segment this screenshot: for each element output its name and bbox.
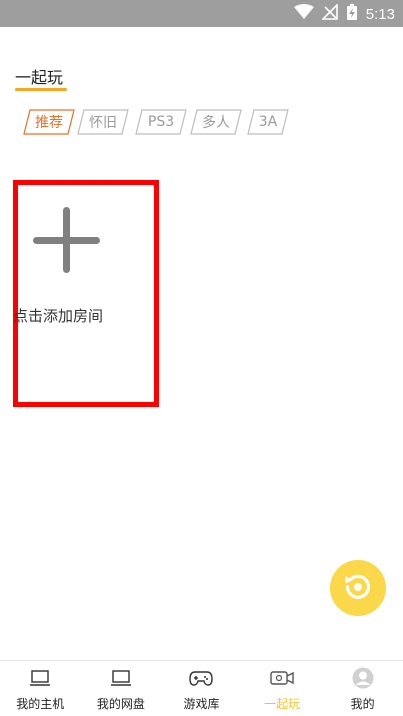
tab-play-together[interactable]: 一起玩 (242, 661, 323, 716)
refresh-button[interactable] (330, 560, 386, 616)
tab-me[interactable]: 我的 (322, 661, 403, 716)
tab-game-library[interactable]: 游戏库 (161, 661, 242, 716)
tab-label: 游戏库 (183, 697, 220, 711)
tab-label: 我的网盘 (96, 697, 145, 711)
video-camera-icon (270, 667, 294, 689)
tag-multiplayer[interactable]: 多人 (189, 109, 243, 135)
tag-label: PS3 (147, 114, 175, 130)
tag-ps3[interactable]: PS3 (134, 109, 188, 135)
tag-nostalgic[interactable]: 怀旧 (76, 109, 130, 135)
laptop-icon (29, 667, 51, 689)
bottom-tab-bar: 我的主机 我的网盘 游戏库 一起玩 我的 (0, 660, 403, 716)
tag-label: 怀旧 (89, 115, 117, 131)
tag-label: 3A (258, 114, 278, 130)
battery-charging-icon (346, 3, 358, 25)
laptop-icon (110, 667, 132, 689)
tag-3a[interactable]: 3A (246, 109, 290, 135)
tab-my-cloud-drive[interactable]: 我的网盘 (81, 661, 162, 716)
no-signal-icon (320, 3, 338, 24)
tab-label: 一起玩 (264, 697, 301, 711)
title-underline (15, 88, 67, 91)
tab-label: 我的 (350, 697, 375, 711)
refresh-icon (342, 570, 374, 606)
status-time: 5:13 (365, 5, 395, 23)
page-title: 一起玩 (15, 68, 64, 87)
add-room-label[interactable]: 点击添加房间 (13, 305, 103, 326)
tag-recommend[interactable]: 推荐 (22, 109, 76, 135)
gamepad-icon (189, 667, 214, 689)
tab-label: 我的主机 (16, 697, 65, 711)
status-bar: 5:13 (0, 0, 403, 27)
avatar-icon (352, 667, 374, 689)
tag-label: 推荐 (35, 115, 63, 131)
plus-icon[interactable] (33, 207, 101, 275)
tab-my-host[interactable]: 我的主机 (0, 661, 81, 716)
status-icons: 5:13 (293, 3, 395, 25)
tag-label: 多人 (202, 115, 230, 131)
wifi-icon (293, 4, 314, 24)
